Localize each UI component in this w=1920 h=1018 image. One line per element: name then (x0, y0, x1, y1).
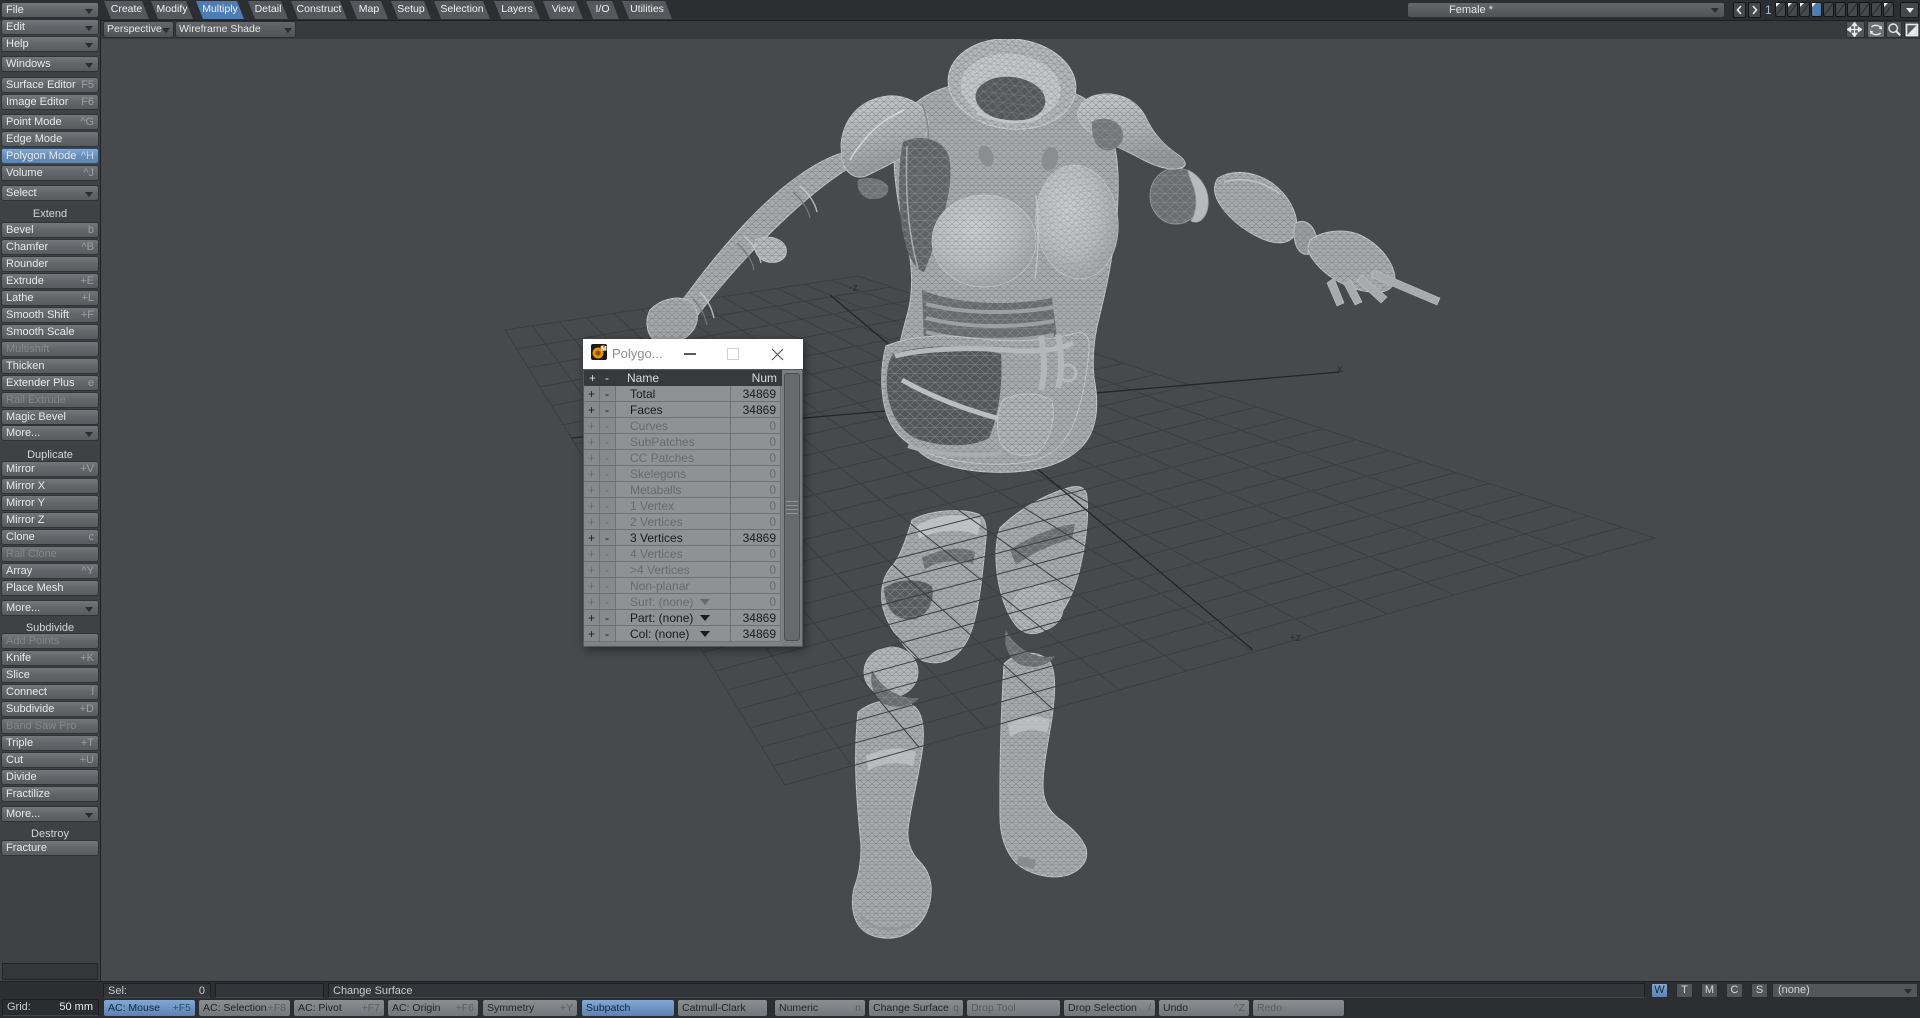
svg-text:M: M (601, 346, 607, 353)
svg-text:x: x (1337, 363, 1343, 375)
svg-text:+z: +z (1289, 632, 1301, 644)
svg-text:-z: -z (849, 282, 858, 294)
